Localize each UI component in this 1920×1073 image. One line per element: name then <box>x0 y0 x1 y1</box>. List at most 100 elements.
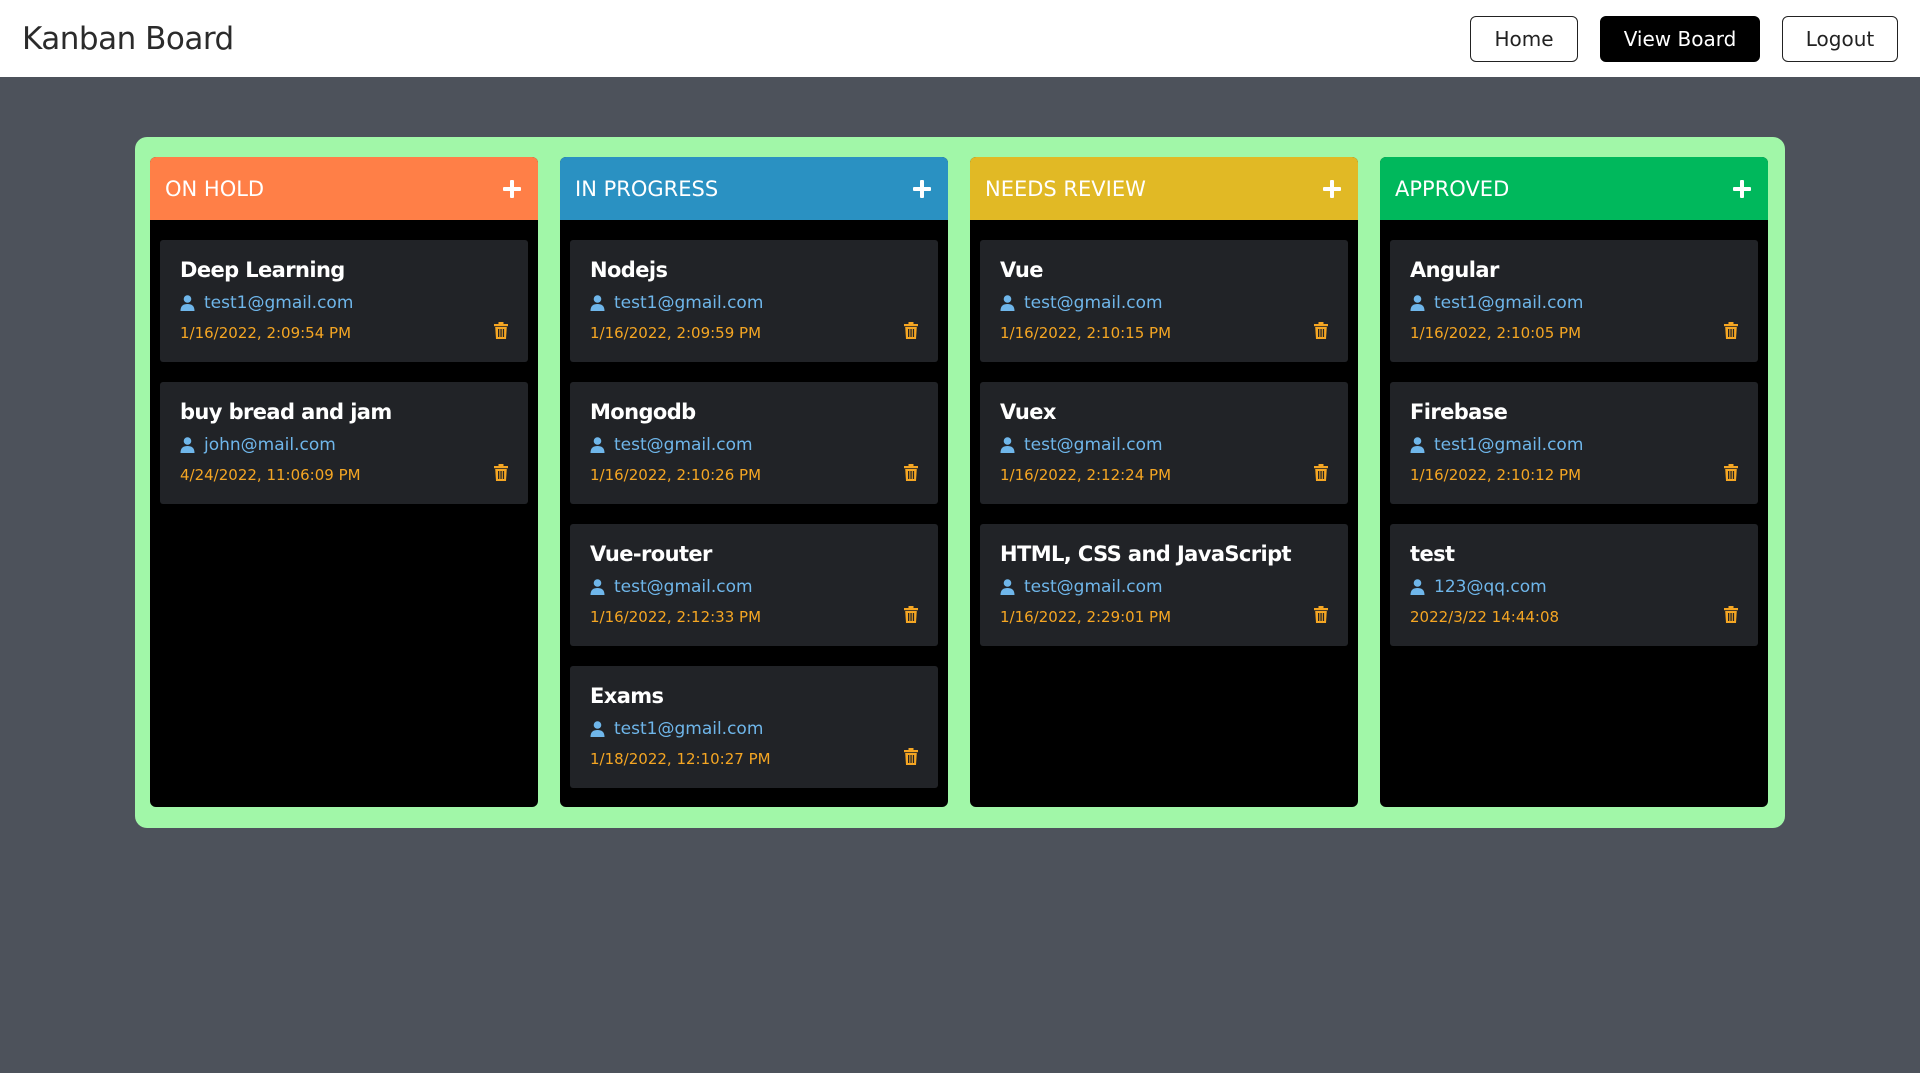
card-email: test1@gmail.com <box>614 293 764 313</box>
trash-icon[interactable] <box>1724 606 1738 623</box>
trash-icon[interactable] <box>904 748 918 765</box>
column-header: IN PROGRESS <box>560 157 948 220</box>
card-date: 1/16/2022, 2:12:24 PM <box>1000 466 1172 484</box>
card-title: Vuex <box>1000 400 1056 424</box>
task-card[interactable]: Vue-router test@gmail.com 1/16/2022, 2:12… <box>570 524 938 646</box>
task-card[interactable]: HTML, CSS and JavaScript test@gmail.com 1… <box>980 524 1348 646</box>
column-title: APPROVED <box>1395 176 1510 201</box>
card-assignee: test@gmail.com <box>590 429 918 461</box>
task-card[interactable]: Vuex test@gmail.com 1/16/2022, 2:12:24 PM <box>980 382 1348 504</box>
card-assignee: test1@gmail.com <box>1410 429 1738 461</box>
card-email: test@gmail.com <box>1024 293 1163 313</box>
card-date: 2022/3/22 14:44:08 <box>1410 608 1560 626</box>
trash-icon[interactable] <box>904 606 918 623</box>
trash-icon[interactable] <box>1314 606 1328 623</box>
user-icon <box>1000 295 1015 311</box>
add-card-icon[interactable] <box>1320 177 1344 201</box>
card-assignee: john@mail.com <box>180 429 508 461</box>
card-list: Vue test@gmail.com 1/16/2022, 2:10:15 PM … <box>970 220 1358 646</box>
column-title: NEEDS REVIEW <box>985 176 1146 201</box>
card-date: 1/18/2022, 12:10:27 PM <box>590 750 771 768</box>
card-assignee: test1@gmail.com <box>180 287 508 319</box>
card-title: Mongodb <box>590 400 696 424</box>
user-icon <box>1410 437 1425 453</box>
add-card-icon[interactable] <box>500 177 524 201</box>
task-card[interactable]: Nodejs test1@gmail.com 1/16/2022, 2:09:59… <box>570 240 938 362</box>
task-card[interactable]: Exams test1@gmail.com 1/18/2022, 12:10:27… <box>570 666 938 788</box>
column-on-hold: ON HOLD Deep Learning test1@gmail.com 1/16… <box>150 157 538 807</box>
trash-icon[interactable] <box>1724 464 1738 481</box>
user-icon <box>180 437 195 453</box>
trash-icon[interactable] <box>494 322 508 339</box>
card-assignee: test@gmail.com <box>1000 429 1328 461</box>
card-date: 1/16/2022, 2:10:15 PM <box>1000 324 1172 342</box>
card-title: test <box>1410 542 1455 566</box>
card-email: john@mail.com <box>204 435 336 455</box>
column-in-progress: IN PROGRESS Nodejs test1@gmail.com 1/16/20… <box>560 157 948 807</box>
task-card[interactable]: Deep Learning test1@gmail.com 1/16/2022, … <box>160 240 528 362</box>
card-date: 1/16/2022, 2:29:01 PM <box>1000 608 1172 626</box>
user-icon <box>590 437 605 453</box>
home-button[interactable]: Home <box>1470 15 1578 62</box>
trash-icon[interactable] <box>904 322 918 339</box>
card-email: test@gmail.com <box>614 435 753 455</box>
user-icon <box>590 295 605 311</box>
card-date: 1/16/2022, 2:10:12 PM <box>1410 466 1582 484</box>
user-icon <box>1000 437 1015 453</box>
task-card[interactable]: Vue test@gmail.com 1/16/2022, 2:10:15 PM <box>980 240 1348 362</box>
card-date: 1/16/2022, 2:09:59 PM <box>590 324 762 342</box>
card-assignee: test@gmail.com <box>1000 287 1328 319</box>
task-card[interactable]: buy bread and jam john@mail.com 4/24/2022… <box>160 382 528 504</box>
card-title: buy bread and jam <box>180 400 392 424</box>
card-title: Vue-router <box>590 542 712 566</box>
task-card[interactable]: test 123@qq.com 2022/3/22 14:44:08 <box>1390 524 1758 646</box>
logout-button[interactable]: Logout <box>1782 15 1898 62</box>
trash-icon[interactable] <box>1314 322 1328 339</box>
card-assignee: test@gmail.com <box>1000 571 1328 603</box>
card-date: 1/16/2022, 2:09:54 PM <box>180 324 352 342</box>
view-board-button[interactable]: View Board <box>1600 15 1760 62</box>
kanban-board: ON HOLD Deep Learning test1@gmail.com 1/16… <box>135 137 1785 828</box>
column-needs-review: NEEDS REVIEW Vue test@gmail.com 1/16/2022,… <box>970 157 1358 807</box>
card-date: 1/16/2022, 2:10:05 PM <box>1410 324 1582 342</box>
card-assignee: test@gmail.com <box>590 571 918 603</box>
trash-icon[interactable] <box>494 464 508 481</box>
trash-icon[interactable] <box>1314 464 1328 481</box>
trash-icon[interactable] <box>1724 322 1738 339</box>
trash-icon[interactable] <box>904 464 918 481</box>
card-list: Angular test1@gmail.com 1/16/2022, 2:10:0… <box>1380 220 1768 646</box>
task-card[interactable]: Firebase test1@gmail.com 1/16/2022, 2:10:… <box>1390 382 1758 504</box>
card-assignee: test1@gmail.com <box>590 713 918 745</box>
card-title: Exams <box>590 684 664 708</box>
column-header: APPROVED <box>1380 157 1768 220</box>
card-email: test1@gmail.com <box>614 719 764 739</box>
card-email: test1@gmail.com <box>1434 293 1584 313</box>
card-date: 1/16/2022, 2:10:26 PM <box>590 466 762 484</box>
card-assignee: 123@qq.com <box>1410 571 1738 603</box>
card-title: HTML, CSS and JavaScript <box>1000 542 1292 566</box>
card-title: Nodejs <box>590 258 668 282</box>
app-title: Kanban Board <box>22 20 234 57</box>
card-title: Firebase <box>1410 400 1508 424</box>
card-list: Deep Learning test1@gmail.com 1/16/2022, … <box>150 220 538 504</box>
card-email: test@gmail.com <box>614 577 753 597</box>
user-icon <box>1410 579 1425 595</box>
task-card[interactable]: Angular test1@gmail.com 1/16/2022, 2:10:0… <box>1390 240 1758 362</box>
column-header: ON HOLD <box>150 157 538 220</box>
column-header: NEEDS REVIEW <box>970 157 1358 220</box>
card-date: 1/16/2022, 2:12:33 PM <box>590 608 762 626</box>
add-card-icon[interactable] <box>1730 177 1754 201</box>
card-email: test1@gmail.com <box>204 293 354 313</box>
task-card[interactable]: Mongodb test@gmail.com 1/16/2022, 2:10:26… <box>570 382 938 504</box>
column-approved: APPROVED Angular test1@gmail.com 1/16/2022… <box>1380 157 1768 807</box>
user-icon <box>590 721 605 737</box>
add-card-icon[interactable] <box>910 177 934 201</box>
card-assignee: test1@gmail.com <box>1410 287 1738 319</box>
card-email: test@gmail.com <box>1024 435 1163 455</box>
card-assignee: test1@gmail.com <box>590 287 918 319</box>
card-title: Angular <box>1410 258 1499 282</box>
card-title: Vue <box>1000 258 1044 282</box>
nav-buttons: Home View Board Logout <box>1470 15 1898 62</box>
card-email: test@gmail.com <box>1024 577 1163 597</box>
user-icon <box>180 295 195 311</box>
